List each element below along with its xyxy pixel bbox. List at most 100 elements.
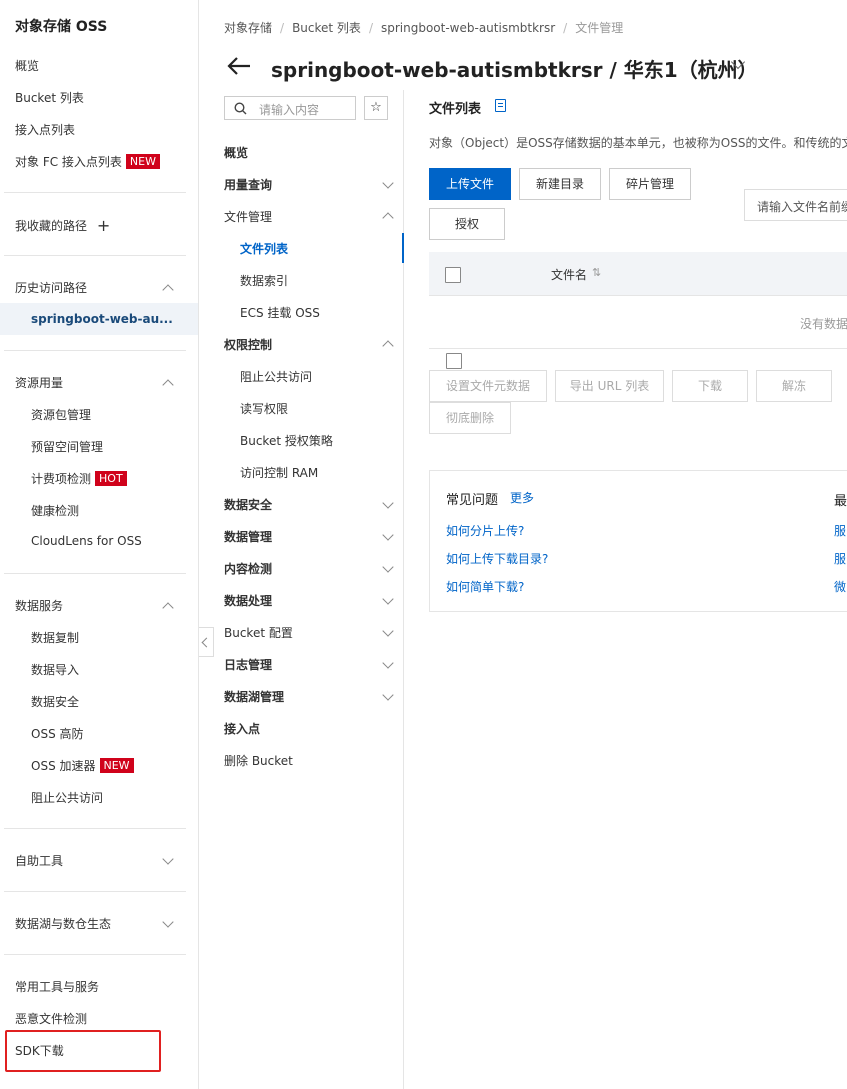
export-url-list-button[interactable]: 导出 URL 列表 bbox=[555, 370, 664, 402]
nav-item-usage[interactable]: 用量查询 bbox=[224, 176, 272, 193]
nav-item-bucket-policy[interactable]: Bucket 授权策略 bbox=[240, 432, 333, 449]
fragment-management-button[interactable]: 碎片管理 bbox=[609, 168, 691, 200]
left-sidebar: 对象存储 OSS 概览 Bucket 列表 接入点列表 对象 FC 接入点列表 N… bbox=[0, 0, 199, 1089]
nav-item-delete-bucket[interactable]: 删除 Bucket bbox=[224, 752, 293, 769]
set-metadata-button[interactable]: 设置文件元数据 bbox=[429, 370, 547, 402]
nav-item-data-processing[interactable]: 数据处理 bbox=[224, 592, 272, 609]
sidebar-item-bucket-list[interactable]: Bucket 列表 bbox=[15, 89, 84, 106]
sidebar-section-self-help[interactable]: 自助工具 bbox=[15, 852, 63, 869]
document-icon[interactable] bbox=[495, 99, 506, 112]
hot-badge: HOT bbox=[95, 471, 127, 486]
sidebar-item-label: OSS 加速器 bbox=[31, 759, 96, 773]
nav-item-data-security[interactable]: 数据安全 bbox=[224, 496, 272, 513]
nav-item-data-management[interactable]: 数据管理 bbox=[224, 528, 272, 545]
breadcrumb-item[interactable]: Bucket 列表 bbox=[292, 21, 361, 35]
faq-link[interactable]: 如何简单下载? bbox=[446, 578, 524, 595]
sidebar-section-resources[interactable]: 资源用量 bbox=[15, 374, 63, 391]
favorite-star-icon[interactable]: ☆ bbox=[364, 96, 388, 120]
sidebar-section-history[interactable]: 历史访问路径 bbox=[15, 279, 87, 296]
section-heading: 文件列表 bbox=[429, 102, 482, 117]
upload-file-button[interactable]: 上传文件 bbox=[429, 168, 511, 200]
back-arrow-icon[interactable] bbox=[226, 54, 252, 78]
sidebar-item-billing-check[interactable]: 计费项检测 HOT bbox=[31, 470, 127, 487]
nav-item-log-management[interactable]: 日志管理 bbox=[224, 656, 272, 673]
batch-select-checkbox[interactable] bbox=[446, 353, 462, 369]
chevron-up-icon[interactable] bbox=[162, 602, 174, 614]
nav-item-ecs-mount[interactable]: ECS 挂载 OSS bbox=[240, 304, 320, 321]
new-directory-button[interactable]: 新建目录 bbox=[519, 168, 601, 200]
sidebar-item-history-bucket[interactable]: springboot-web-au... bbox=[0, 303, 198, 335]
breadcrumb-item[interactable]: 对象存储 bbox=[224, 21, 272, 35]
divider bbox=[4, 350, 186, 351]
divider bbox=[4, 255, 186, 256]
new-badge: NEW bbox=[99, 758, 134, 773]
faq-more-link[interactable]: 更多 bbox=[510, 489, 534, 506]
unfreeze-button[interactable]: 解冻 bbox=[756, 370, 832, 402]
new-badge: NEW bbox=[125, 154, 160, 169]
select-all-checkbox[interactable] bbox=[445, 267, 461, 283]
nav-item-ram[interactable]: 访问控制 RAM bbox=[240, 464, 318, 481]
faq-right-link[interactable]: 微 bbox=[834, 578, 846, 595]
nav-item-permissions[interactable]: 权限控制 bbox=[224, 336, 272, 353]
column-header-filename[interactable]: 文件名 bbox=[551, 266, 587, 283]
breadcrumb-current: 文件管理 bbox=[575, 21, 624, 35]
sidebar-section-data-services[interactable]: 数据服务 bbox=[15, 597, 63, 614]
sidebar-item-label: 对象 FC 接入点列表 bbox=[15, 155, 122, 169]
sidebar-item-resource-packs[interactable]: 资源包管理 bbox=[31, 406, 91, 423]
divider bbox=[4, 573, 186, 574]
sidebar-item-access-points[interactable]: 接入点列表 bbox=[15, 121, 75, 138]
breadcrumb: 对象存储 / Bucket 列表 / springboot-web-autismbtkr… bbox=[224, 21, 624, 35]
sidebar-collapse-handle[interactable] bbox=[199, 627, 214, 657]
breadcrumb-item[interactable]: springboot-web-autismbtkrsr bbox=[381, 21, 555, 35]
sidebar-item-cloudlens[interactable]: CloudLens for OSS bbox=[31, 534, 142, 548]
sidebar-item-fc-access-points[interactable]: 对象 FC 接入点列表 NEW bbox=[15, 153, 160, 170]
nav-item-content-check[interactable]: 内容检测 bbox=[224, 560, 272, 577]
sidebar-item-reserved-space[interactable]: 预留空间管理 bbox=[31, 438, 103, 455]
sidebar-item-label: 计费项检测 bbox=[31, 472, 92, 486]
sidebar-item-overview[interactable]: 概览 bbox=[15, 57, 39, 74]
sidebar-item-oss-ddos[interactable]: OSS 高防 bbox=[31, 725, 84, 742]
nav-item-block-public[interactable]: 阻止公共访问 bbox=[240, 368, 312, 385]
permanent-delete-button[interactable]: 彻底删除 bbox=[429, 402, 511, 434]
faq-right-link[interactable]: 服 bbox=[834, 550, 846, 567]
highlight-annotation bbox=[5, 1030, 161, 1072]
nav-item-datalake-management[interactable]: 数据湖管理 bbox=[224, 688, 284, 705]
sidebar-item-block-public[interactable]: 阻止公共访问 bbox=[31, 789, 103, 806]
sidebar-section-datalake[interactable]: 数据湖与数仓生态 bbox=[15, 915, 111, 932]
nav-item-file-management[interactable]: 文件管理 bbox=[224, 208, 272, 225]
sidebar-item-oss-accelerator[interactable]: OSS 加速器 NEW bbox=[31, 757, 134, 774]
nav-item-access-point[interactable]: 接入点 bbox=[224, 720, 260, 737]
sidebar-item-favorites[interactable]: 我收藏的路径 + bbox=[15, 216, 110, 235]
nav-item-rw-permissions[interactable]: 读写权限 bbox=[240, 400, 288, 417]
search-placeholder: 请输入文件名前缀 bbox=[757, 200, 847, 214]
divider bbox=[4, 891, 186, 892]
nav-item-bucket-config[interactable]: Bucket 配置 bbox=[224, 624, 293, 641]
nav-item-file-list[interactable]: 文件列表 bbox=[240, 240, 288, 257]
nav-item-overview[interactable]: 概览 bbox=[224, 144, 248, 161]
sidebar-item-label: springboot-web-au... bbox=[31, 312, 173, 326]
active-indicator bbox=[402, 233, 404, 263]
download-button[interactable]: 下载 bbox=[672, 370, 748, 402]
sidebar-item-tools[interactable]: 常用工具与服务 bbox=[15, 978, 99, 995]
chevron-up-icon[interactable] bbox=[162, 379, 174, 391]
sidebar-item-data-replication[interactable]: 数据复制 bbox=[31, 629, 79, 646]
empty-state-text: 没有数据 bbox=[800, 317, 847, 331]
bucket-nav bbox=[199, 90, 404, 1089]
faq-right-link[interactable]: 服 bbox=[834, 522, 846, 539]
sort-icon[interactable]: ⇅ bbox=[592, 266, 601, 279]
plus-icon[interactable]: + bbox=[97, 216, 110, 235]
authorize-button[interactable]: 授权 bbox=[429, 208, 505, 240]
chevron-down-icon[interactable] bbox=[162, 916, 174, 928]
nav-search-input[interactable]: 请输入内容 bbox=[224, 96, 356, 120]
nav-item-data-index[interactable]: 数据索引 bbox=[240, 272, 288, 289]
file-prefix-search-input[interactable]: 请输入文件名前缀 bbox=[744, 189, 847, 221]
faq-link[interactable]: 如何上传下载目录? bbox=[446, 550, 548, 567]
faq-link[interactable]: 如何分片上传? bbox=[446, 522, 524, 539]
chevron-down-icon[interactable] bbox=[162, 853, 174, 865]
sidebar-item-data-security[interactable]: 数据安全 bbox=[31, 693, 79, 710]
sidebar-item-malware-check[interactable]: 恶意文件检测 bbox=[15, 1010, 87, 1027]
page-title: springboot-web-autismbtkrsr / 华东1（杭州） bbox=[271, 58, 758, 82]
sidebar-item-health-check[interactable]: 健康检测 bbox=[31, 502, 79, 519]
chevron-up-icon[interactable] bbox=[162, 284, 174, 296]
sidebar-item-data-import[interactable]: 数据导入 bbox=[31, 661, 79, 678]
